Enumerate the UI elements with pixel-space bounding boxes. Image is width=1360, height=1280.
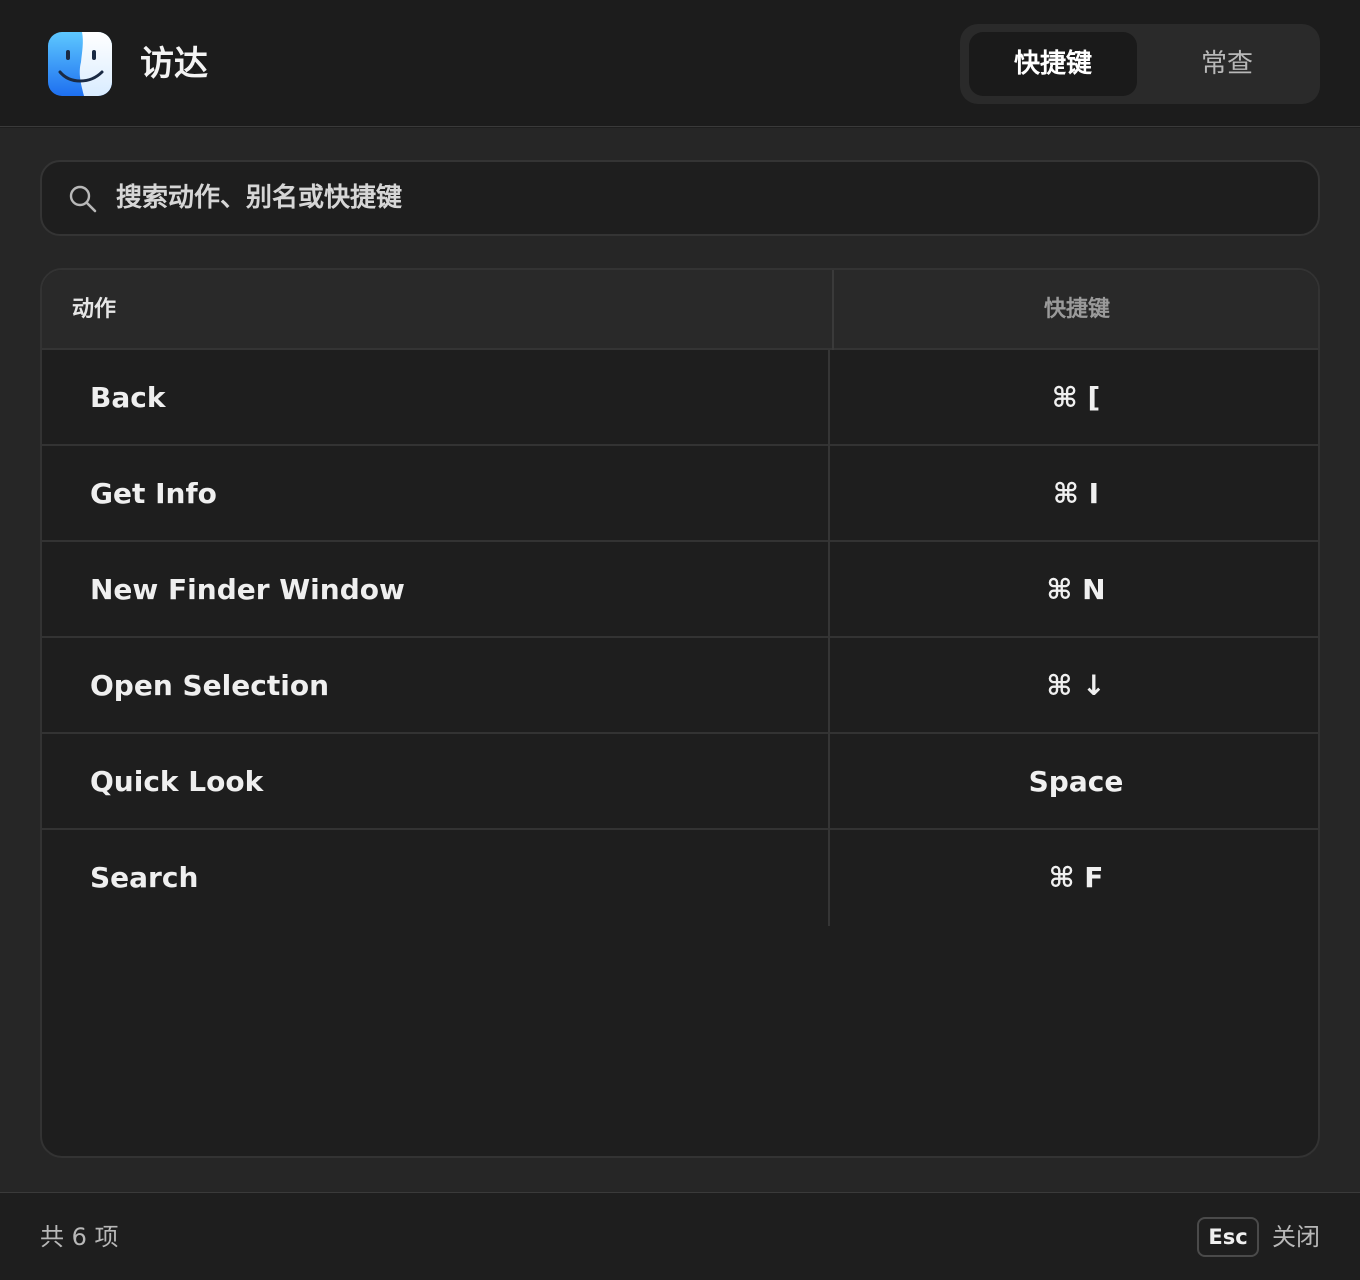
search-box[interactable] bbox=[40, 160, 1320, 236]
table-row[interactable]: New Finder Window ⌘ N bbox=[42, 542, 1318, 638]
table-row[interactable]: Back ⌘ [ bbox=[42, 350, 1318, 446]
table-header: 动作 快捷键 bbox=[42, 270, 1318, 350]
table-row[interactable]: Search ⌘ F bbox=[42, 830, 1318, 926]
search-icon bbox=[69, 185, 97, 213]
action-cell: Back bbox=[90, 381, 166, 414]
main-panel: 动作 快捷键 Back ⌘ [ Get Info ⌘ I New Finder … bbox=[0, 128, 1360, 1192]
shortcut-cell: ⌘ F bbox=[1048, 861, 1104, 894]
table-row[interactable]: Open Selection ⌘ ↓ bbox=[42, 638, 1318, 734]
shortcut-cell: ⌘ I bbox=[1052, 477, 1100, 510]
shortcut-cell: ⌘ ↓ bbox=[1046, 669, 1106, 702]
search-input[interactable] bbox=[114, 172, 1294, 224]
column-header-shortcut[interactable]: 快捷键 bbox=[832, 270, 1318, 350]
tab-shortcuts[interactable]: 快捷键 bbox=[969, 32, 1137, 96]
footer: 共 6 项 Esc 关闭 bbox=[0, 1192, 1360, 1280]
action-cell: Search bbox=[90, 861, 199, 894]
header: 访达 快捷键 常查 bbox=[0, 0, 1360, 127]
table-body: Back ⌘ [ Get Info ⌘ I New Finder Window … bbox=[42, 350, 1318, 926]
item-count: 共 6 项 bbox=[40, 1223, 119, 1251]
finder-icon bbox=[48, 32, 112, 96]
shortcuts-table: 动作 快捷键 Back ⌘ [ Get Info ⌘ I New Finder … bbox=[40, 268, 1320, 1158]
action-cell: Quick Look bbox=[90, 765, 264, 798]
column-header-action[interactable]: 动作 bbox=[72, 270, 116, 350]
view-segmented-control: 快捷键 常查 bbox=[960, 24, 1320, 104]
close-label[interactable]: 关闭 bbox=[1272, 1219, 1320, 1255]
table-row[interactable]: Get Info ⌘ I bbox=[42, 446, 1318, 542]
table-row[interactable]: Quick Look Space bbox=[42, 734, 1318, 830]
action-cell: Get Info bbox=[90, 477, 217, 510]
action-cell: New Finder Window bbox=[90, 573, 405, 606]
tab-cheatsheet[interactable]: 常查 bbox=[1142, 32, 1312, 96]
shortcut-cell: ⌘ N bbox=[1046, 573, 1106, 606]
esc-key-hint[interactable]: Esc bbox=[1197, 1217, 1259, 1257]
shortcut-cell: ⌘ [ bbox=[1051, 381, 1101, 414]
shortcut-cell: Space bbox=[1028, 765, 1124, 798]
action-cell: Open Selection bbox=[90, 669, 330, 702]
page-title: 访达 bbox=[140, 44, 208, 84]
